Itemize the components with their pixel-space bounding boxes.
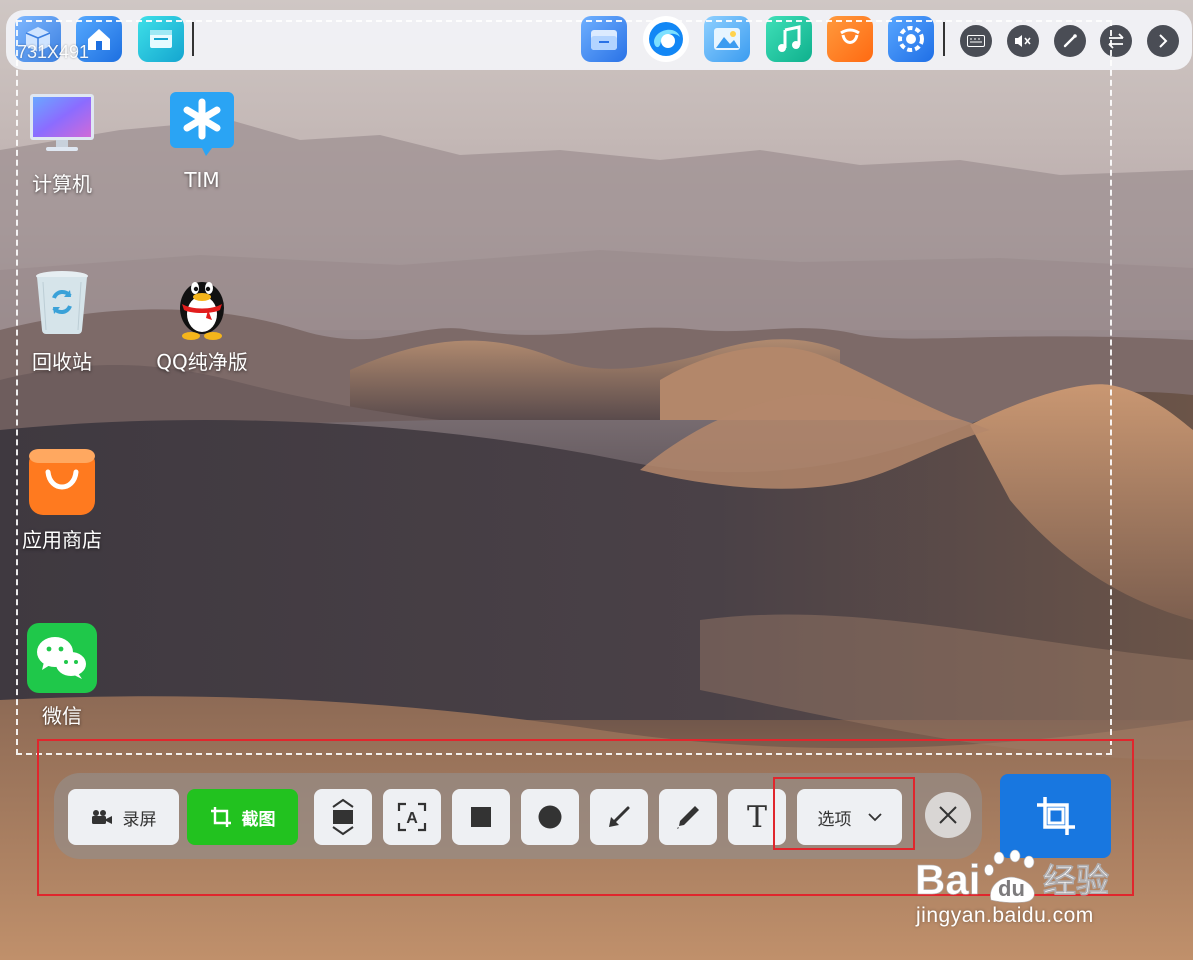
desktop-item-tim[interactable]: TIM — [137, 90, 267, 192]
desktop-item-label: 应用商店 — [22, 528, 102, 552]
qq-icon — [166, 268, 238, 340]
desktop-item-wechat[interactable]: 微信 — [0, 622, 127, 729]
watermark-du-text: du — [998, 876, 1025, 901]
baidu-jingyan-watermark: Bai du 经验 — [913, 848, 1143, 908]
watermark-url: jingyan.baidu.com — [916, 904, 1094, 927]
desktop-item-recycle-bin[interactable]: 回收站 — [0, 268, 127, 375]
desktop-item-qq[interactable]: QQ纯净版 — [137, 268, 267, 375]
tim-icon — [166, 90, 238, 162]
watermark-jingyan-text: 经验 — [1043, 861, 1109, 900]
desktop-item-label: 计算机 — [32, 172, 92, 196]
watermark-bai-text: Bai — [915, 856, 980, 903]
desktop-item-label: 回收站 — [32, 350, 92, 374]
desktop-item-app-store[interactable]: 应用商店 — [0, 446, 127, 553]
chevron-right-icon[interactable] — [1147, 25, 1179, 57]
selection-size-label: 731X491 — [17, 42, 90, 62]
desktop-item-label: QQ纯净版 — [156, 350, 248, 374]
desktop-item-label: 微信 — [42, 704, 82, 728]
annotation-highlight-options — [773, 777, 915, 850]
app-store-icon — [26, 446, 98, 518]
computer-icon — [26, 90, 98, 162]
recycle-bin-icon — [26, 268, 98, 340]
wechat-icon — [26, 622, 98, 694]
desktop-item-computer[interactable]: 计算机 — [0, 90, 127, 197]
desktop-item-label: TIM — [184, 168, 220, 192]
